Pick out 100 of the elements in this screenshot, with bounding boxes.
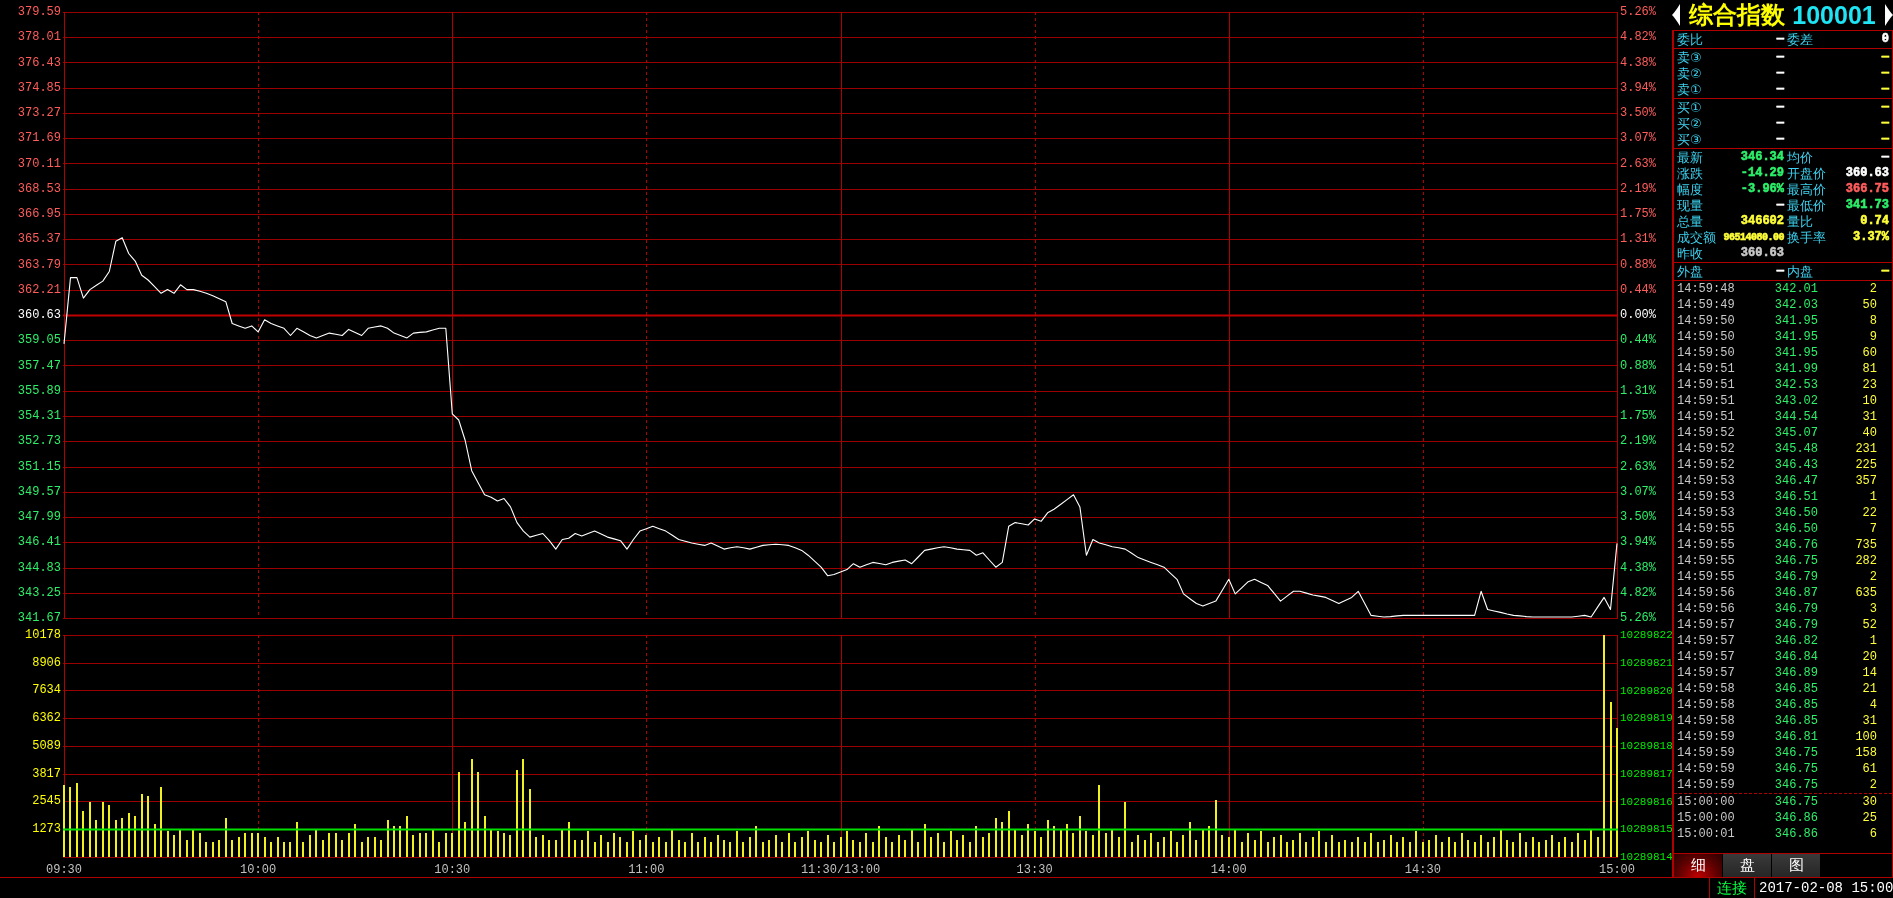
field-label: 最高价 (1787, 182, 1827, 197)
tab[interactable]: 细 (1674, 854, 1723, 877)
ask-price: — (1775, 68, 1784, 79)
trade-time: 14:59:58 (1677, 713, 1736, 729)
field-label: 幅度 (1677, 182, 1704, 197)
trade-time: 14:59:55 (1677, 569, 1736, 585)
volume-axis-label: 6362 (32, 711, 61, 726)
trade-price: 346.87 (1773, 585, 1818, 601)
percent-axis-label: 4.38% (1620, 55, 1656, 70)
trade-volume: 3 (1868, 601, 1877, 617)
trade-time: 14:59:52 (1677, 457, 1736, 473)
trade-price: 342.01 (1773, 281, 1818, 297)
tab[interactable]: 盘 (1723, 854, 1772, 877)
trade-time: 14:59:50 (1677, 313, 1736, 329)
price-axis-label: 368.53 (17, 181, 61, 196)
trade-price: 346.86 (1773, 810, 1818, 826)
price-axis-label: 370.11 (17, 156, 61, 171)
price-axis-label: 362.21 (17, 282, 61, 297)
trade-time: 14:59:49 (1677, 297, 1736, 313)
trade-volume: 23 (1861, 377, 1877, 393)
trade-time: 15:00:00 (1677, 794, 1736, 810)
percent-axis-label: 0.44% (1620, 282, 1656, 297)
percent-axis-label: 4.82% (1620, 30, 1656, 45)
trade-price: 346.43 (1773, 457, 1818, 473)
trade-time: 14:59:51 (1677, 409, 1736, 425)
field-value: — (1775, 266, 1784, 277)
trade-time: 14:59:53 (1677, 489, 1736, 505)
time-axis-label: 10:30 (434, 863, 471, 877)
field-value: — (1880, 266, 1889, 277)
time-axis-label: 14:00 (1210, 863, 1247, 877)
trade-time: 14:59:57 (1677, 617, 1736, 633)
trade-volume: 20 (1861, 649, 1877, 665)
trade-volume: 8 (1868, 313, 1877, 329)
price-axis-label: 347.99 (17, 510, 61, 524)
percent-axis-label: 0.88% (1620, 358, 1656, 373)
trade-volume: 6 (1868, 826, 1877, 842)
price-axis-label: 346.41 (17, 535, 61, 550)
price-axis-label: 355.89 (17, 383, 61, 398)
percent-axis-label: 5.26% (1620, 5, 1656, 19)
trade-volume: 2 (1868, 281, 1877, 297)
trade-price: 346.86 (1773, 826, 1818, 842)
caret-left-icon[interactable] (1672, 4, 1680, 26)
price-axis-label: 365.37 (17, 232, 61, 247)
index-name: 综合指数 (1689, 1, 1786, 29)
field-value: — (1880, 152, 1889, 163)
field-value: 0.74 (1859, 216, 1889, 227)
time-axis-label: 15:00 (1599, 863, 1635, 877)
trade-volume: 31 (1861, 713, 1877, 729)
field-value: -3.96% (1739, 184, 1784, 195)
field-value: 360.63 (1844, 168, 1889, 179)
trade-price: 346.76 (1773, 537, 1818, 553)
volume-axis-label: 5089 (32, 738, 61, 753)
price-axis-label: 351.15 (17, 459, 61, 474)
percent-axis-label: 0.00% (1620, 308, 1656, 322)
trade-volume: 52 (1861, 617, 1877, 633)
trade-price: 346.75 (1773, 745, 1818, 761)
trade-volume: 60 (1861, 345, 1877, 361)
percent-axis-label: 1.75% (1620, 207, 1656, 221)
time-axis-label: 14:30 (1404, 863, 1441, 877)
price-axis-label: 374.85 (17, 80, 61, 95)
trade-time: 14:59:59 (1677, 745, 1736, 761)
field-value: 341.73 (1844, 200, 1889, 211)
price-axis-label: 379.59 (17, 5, 61, 19)
time-axis-label: 10:00 (240, 863, 277, 877)
time-axis-label: 09:30 (46, 863, 82, 877)
trade-price: 344.54 (1773, 409, 1818, 425)
ask-label: 卖③ (1677, 50, 1703, 65)
ask-label: 卖① (1677, 82, 1703, 97)
price-axis-label: 360.63 (17, 308, 61, 322)
trade-time: 14:59:57 (1677, 633, 1736, 649)
bid-label: 买③ (1677, 132, 1703, 147)
price-axis-label: 366.95 (17, 207, 61, 221)
price-axis-label: 363.79 (17, 257, 61, 272)
field-label: 成交额 (1677, 230, 1717, 245)
trade-volume: 2 (1868, 569, 1877, 585)
trade-time: 14:59:57 (1677, 665, 1736, 681)
trade-price: 342.53 (1773, 377, 1818, 393)
trade-price: 341.99 (1773, 361, 1818, 377)
trade-price: 346.47 (1773, 473, 1818, 489)
ask-price: — (1775, 84, 1784, 95)
percent-axis-label: 1.75% (1620, 409, 1656, 423)
trade-time: 14:59:57 (1677, 649, 1736, 665)
trade-time: 14:59:55 (1677, 521, 1736, 537)
trade-time: 14:59:51 (1677, 393, 1736, 409)
caret-right-icon[interactable] (1885, 4, 1893, 26)
percent-axis-label: 0.44% (1620, 333, 1656, 348)
trade-time: 14:59:53 (1677, 505, 1736, 521)
field-value: -14.29 (1739, 168, 1784, 179)
price-axis-label: 352.73 (17, 434, 61, 449)
trade-time: 14:59:56 (1677, 601, 1736, 617)
bid-volume: — (1880, 118, 1889, 129)
bid-label: 买① (1677, 100, 1703, 115)
trade-time: 14:59:51 (1677, 361, 1736, 377)
trade-volume: 635 (1854, 585, 1877, 601)
price-axis-label: 343.25 (17, 585, 61, 600)
trade-price: 345.48 (1773, 441, 1818, 457)
trade-volume: 1 (1868, 633, 1877, 649)
tab[interactable]: 图 (1772, 854, 1821, 877)
percent-axis-label: 2.19% (1620, 434, 1656, 449)
trade-volume: 10 (1861, 393, 1877, 409)
